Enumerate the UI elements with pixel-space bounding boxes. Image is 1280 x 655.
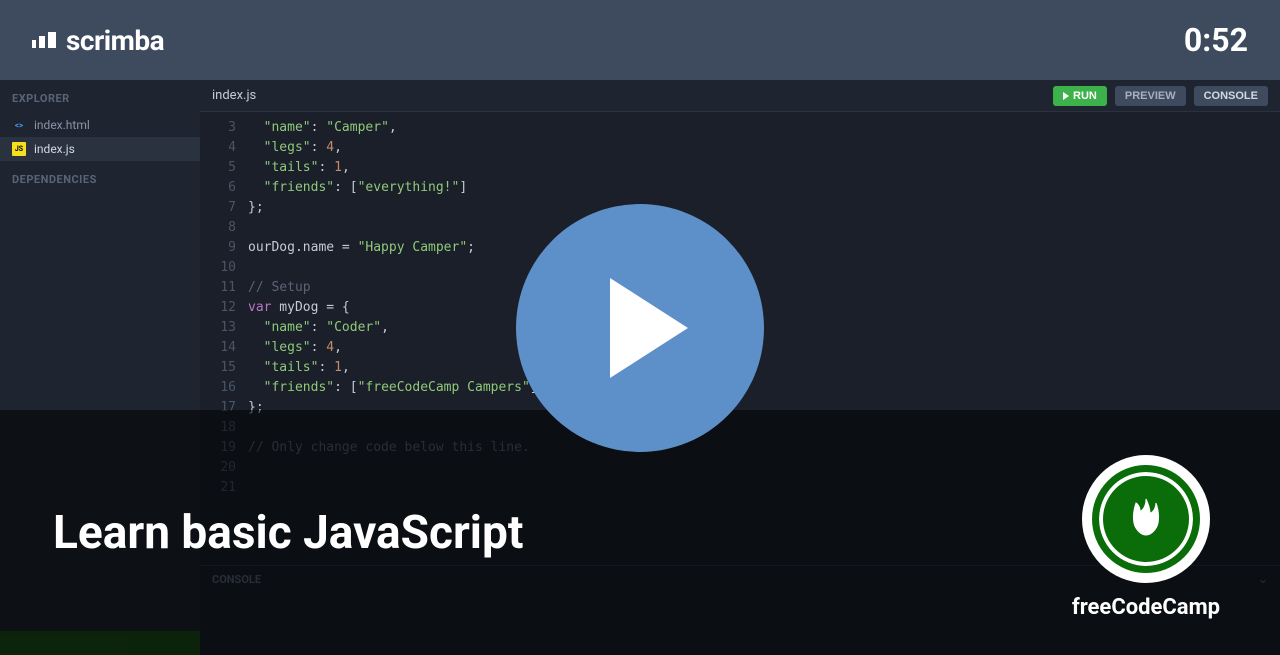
play-icon (1063, 92, 1069, 100)
run-button[interactable]: RUN (1053, 86, 1107, 106)
scrimba-logo-icon (32, 32, 56, 48)
author-badge[interactable]: freeCodeCamp (1072, 455, 1220, 620)
logo[interactable]: scrimba (32, 24, 164, 57)
file-name: index.js (34, 142, 75, 156)
logo-text: scrimba (66, 24, 164, 57)
file-tab[interactable]: index.js (212, 88, 256, 103)
preview-button[interactable]: PREVIEW (1115, 86, 1186, 106)
file-item-index.html[interactable]: <> index.html (0, 113, 200, 137)
console-button[interactable]: CONSOLE (1194, 86, 1268, 106)
run-label: RUN (1073, 90, 1097, 102)
flame-icon (1126, 495, 1166, 543)
main-play-button[interactable] (516, 204, 764, 452)
dependencies-heading: DEPENDENCIES (0, 161, 200, 194)
explorer-heading: EXPLORER (0, 80, 200, 113)
html-file-icon: <> (12, 118, 26, 132)
fcc-logo-circle (1082, 455, 1210, 583)
editor-header: index.js RUN PREVIEW CONSOLE (200, 80, 1280, 112)
author-name: freeCodeCamp (1072, 595, 1220, 620)
course-title: Learn basic JavaScript (53, 506, 523, 560)
file-name: index.html (34, 118, 90, 132)
js-file-icon: JS (12, 142, 26, 156)
header: scrimba 0:52 (0, 0, 1280, 80)
play-icon (610, 278, 688, 378)
timer: 0:52 (1184, 21, 1248, 59)
file-item-index.js[interactable]: JS index.js (0, 137, 200, 161)
